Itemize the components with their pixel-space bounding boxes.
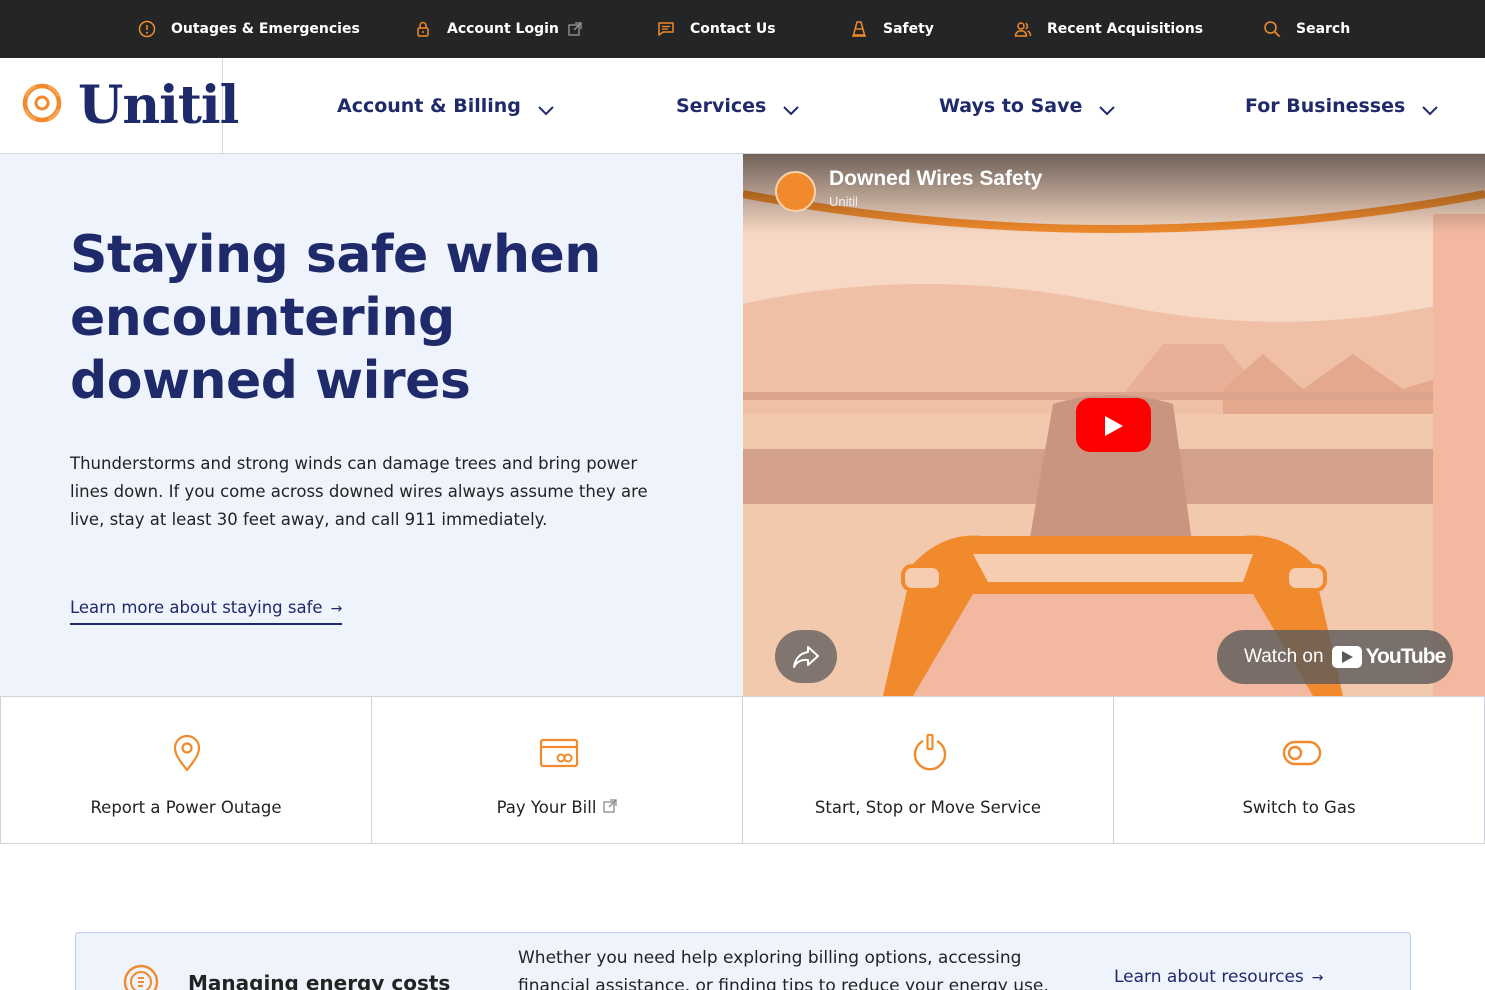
alert-circle-icon [138,20,156,38]
nav-services[interactable]: Services [676,58,800,153]
arrow-right-icon: → [1311,970,1324,986]
utility-link-outages[interactable]: Outages & Emergencies [138,0,360,58]
banner-description: Whether you need help exploring billing … [518,948,1049,990]
quick-link-label: Pay Your Bill [496,798,597,817]
energy-costs-banner: Managing energy costs Whether you need h… [75,932,1411,990]
power-icon [913,733,947,771]
quick-link-start-stop-move[interactable]: Start, Stop or Move Service [742,696,1114,844]
learn-about-resources-link[interactable]: Learn about resources → [1114,967,1324,987]
play-icon [1105,416,1123,436]
quick-link-report-outage[interactable]: Report a Power Outage [0,696,372,844]
site-header: Unitil Account & Billing Services Ways t… [0,58,1485,154]
quick-link-pay-bill[interactable]: Pay Your Bill [371,696,743,844]
quick-link-label: Start, Stop or Move Service [814,798,1042,817]
nav-label: Account & Billing [337,94,521,117]
brand-wordmark: Unitil [78,75,239,136]
utility-link-label: Account Login [447,21,559,37]
external-link-icon [603,799,618,813]
arrow-right-icon: → [330,601,343,617]
utility-link-contact[interactable]: Contact Us [657,0,776,58]
nav-label: Services [676,94,767,117]
utility-link-label: Recent Acquisitions [1047,21,1204,37]
youtube-wordmark: YouTube [1365,645,1447,668]
link-label: Learn about resources [1114,967,1304,987]
hero-panel: Staying safe when encountering downed wi… [0,154,743,696]
link-label: Learn more about staying safe [70,598,323,617]
bill-card-icon [539,738,579,768]
video-title[interactable]: Downed Wires Safety [829,167,1042,191]
learn-more-safety-link[interactable]: Learn more about staying safe → [70,598,343,625]
quick-links: Report a Power Outage Pay Your Bill Star… [0,696,1485,844]
quick-link-label: Switch to Gas [1242,798,1356,817]
play-button[interactable] [1076,398,1151,452]
watch-on-youtube-button[interactable]: Watch on YouTube [1217,630,1453,684]
quick-link-switch-to-gas[interactable]: Switch to Gas [1113,696,1485,844]
chevron-down-icon [783,105,800,115]
utility-link-label: Safety [883,21,934,37]
cone-icon [852,21,866,37]
nav-account-billing[interactable]: Account & Billing [337,58,555,153]
utility-link-label: Search [1296,21,1351,37]
nav-ways-to-save[interactable]: Ways to Save [939,58,1116,153]
hero-description: Thunderstorms and strong winds can damag… [70,454,648,529]
utility-link-acquisitions[interactable]: Recent Acquisitions [1014,0,1203,58]
map-pin-icon [173,734,201,772]
watch-on-label: Watch on [1244,646,1324,667]
toggle-icon [1282,740,1322,766]
chevron-down-icon [1099,105,1116,115]
search-icon [1264,21,1281,38]
chevron-down-icon [538,105,554,115]
quick-link-label-wrap: Pay Your Bill [372,798,742,817]
utility-link-label: Outages & Emergencies [171,21,360,37]
utility-bar: Outages & Emergencies Account Login Cont… [0,0,1485,58]
utility-link-search[interactable]: Search [1263,0,1350,58]
channel-avatar[interactable] [775,171,816,212]
chat-icon [658,22,674,36]
users-icon [1014,22,1032,37]
video-channel-name: Unitil [829,194,858,209]
lock-icon [417,21,429,37]
share-icon [793,646,819,668]
external-link-icon [568,22,582,36]
nav-for-businesses[interactable]: For Businesses [1245,58,1439,153]
utility-link-label: Contact Us [690,21,776,37]
unitil-logo-icon [22,83,62,123]
chevron-down-icon [1422,105,1439,115]
nav-label: Ways to Save [939,94,1083,117]
share-button[interactable] [775,630,837,683]
video-player[interactable]: Downed Wires Safety Unitil Watch on YouT… [743,154,1485,696]
utility-link-safety[interactable]: Safety [850,0,934,58]
savings-icon [123,964,159,990]
youtube-logo: YouTube [1331,645,1447,669]
hero-title: Staying safe when encountering downed wi… [70,225,601,411]
banner-title: Managing energy costs [188,971,451,990]
utility-link-account-login[interactable]: Account Login [414,0,582,58]
youtube-play-icon [1331,646,1362,668]
quick-link-label: Report a Power Outage [90,798,282,817]
nav-label: For Businesses [1245,94,1406,117]
logo-link[interactable]: Unitil [0,58,239,153]
